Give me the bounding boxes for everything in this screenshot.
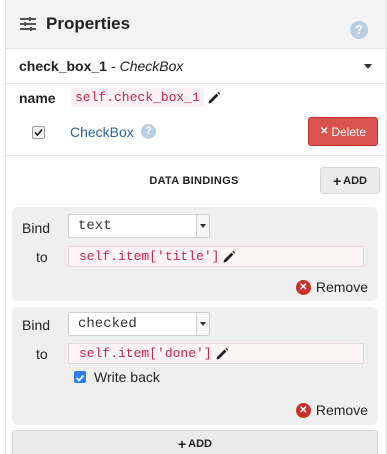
checkbox-property-row: CheckBox ? ✕ Delete [6, 116, 386, 154]
binding-card: Bind text to self.item['title'] ✕ Remove [12, 207, 378, 301]
pencil-icon[interactable] [207, 91, 221, 105]
name-label: name [19, 89, 56, 106]
add-binding-button[interactable]: + ADD [320, 167, 380, 194]
add-label: ADD [343, 174, 368, 187]
properties-header: Properties ? [6, 0, 386, 49]
remove-binding-button[interactable]: ✕ Remove [295, 402, 368, 418]
write-back-option[interactable]: Write back [74, 369, 160, 385]
checked-checkbox[interactable] [32, 126, 45, 139]
component-selector[interactable]: check_box_1 - CheckBox [6, 49, 386, 84]
close-icon: ✕ [319, 126, 329, 137]
component-type: CheckBox [119, 58, 184, 74]
to-label: to [36, 346, 48, 362]
remove-icon: ✕ [295, 279, 311, 295]
settings-sliders-icon [20, 17, 36, 31]
component-separator: - [110, 58, 116, 74]
checkbox-text-link[interactable]: CheckBox [70, 124, 134, 140]
binding-card: Bind checked to self.item['done'] Write … [12, 307, 378, 425]
add-binding-button-bottom[interactable]: + ADD [12, 430, 378, 454]
bind-label: Bind [22, 317, 51, 333]
plus-icon: + [332, 172, 342, 189]
component-name: check_box_1 [19, 58, 107, 74]
bind-property-select[interactable]: text [68, 214, 210, 238]
remove-icon: ✕ [295, 402, 311, 418]
bind-label: Bind [22, 220, 51, 236]
add-label: ADD [188, 438, 213, 450]
name-property-row: name self.check_box_1 [19, 88, 221, 107]
write-back-checkbox[interactable] [74, 371, 86, 383]
pencil-icon[interactable] [215, 347, 229, 361]
chevron-down-icon [196, 215, 209, 237]
binding-expression[interactable]: self.item['done'] [68, 343, 364, 364]
caret-down-icon[interactable] [364, 64, 372, 69]
bind-property-select[interactable]: checked [68, 312, 210, 336]
panel-title: Properties [46, 14, 131, 33]
properties-panel: Properties ? check_box_1 - CheckBox name… [5, 0, 387, 454]
divider [6, 155, 386, 156]
remove-binding-button[interactable]: ✕ Remove [295, 279, 368, 295]
plus-icon: + [177, 436, 187, 452]
binding-expression[interactable]: self.item['title'] [68, 246, 364, 267]
bind-property-value: text [78, 218, 112, 234]
help-icon[interactable]: ? [350, 21, 368, 39]
check-icon [34, 128, 43, 137]
help-icon[interactable]: ? [141, 124, 156, 139]
delete-label: Delete [331, 124, 367, 139]
check-icon [75, 374, 85, 382]
bind-property-value: checked [78, 316, 137, 332]
name-value[interactable]: self.check_box_1 [71, 88, 204, 107]
delete-button[interactable]: ✕ Delete [308, 117, 378, 146]
chevron-down-icon [196, 313, 209, 335]
write-back-label: Write back [94, 369, 160, 385]
pencil-icon[interactable] [222, 250, 236, 264]
to-label: to [36, 249, 48, 265]
